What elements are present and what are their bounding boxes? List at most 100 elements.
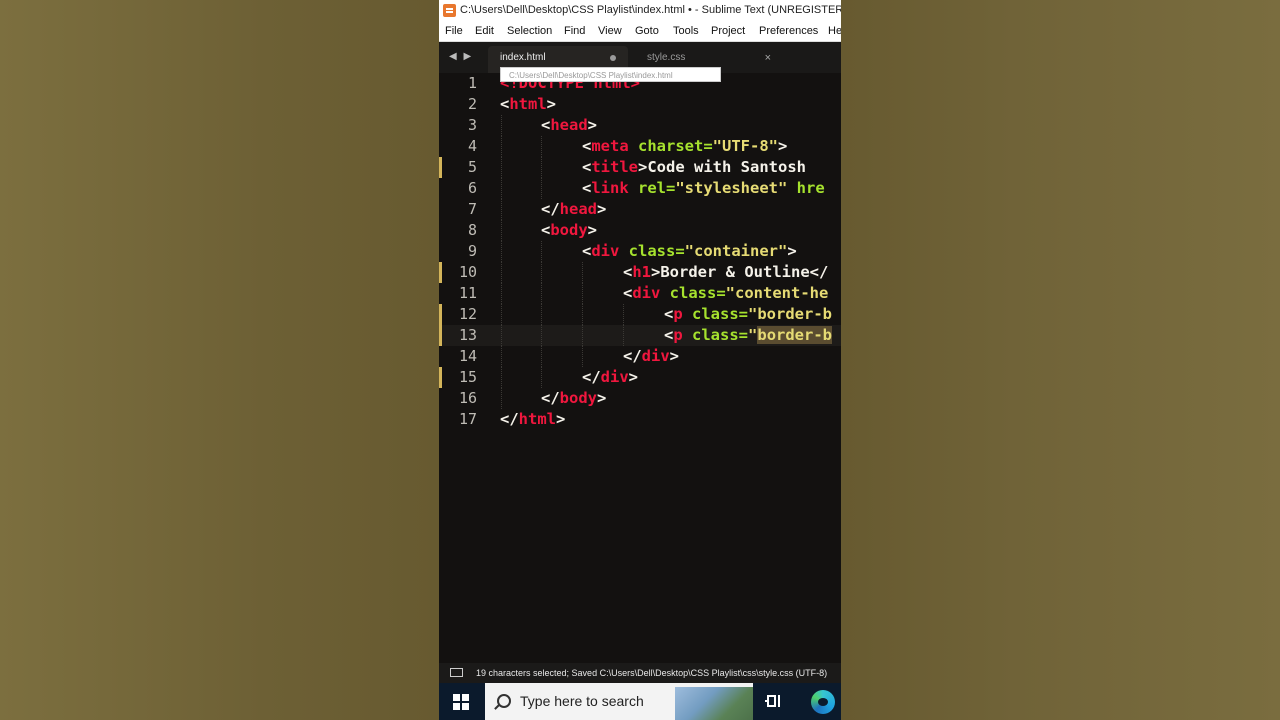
attr: class= xyxy=(682,326,749,344)
indent-guide xyxy=(501,304,503,325)
indent-guide xyxy=(541,157,543,178)
tag: div xyxy=(600,368,629,386)
code-text: <p class="border-b xyxy=(664,325,833,346)
indent-guide xyxy=(582,283,584,304)
tag: link xyxy=(591,179,629,197)
line-number: 17 xyxy=(458,410,477,428)
code-text: </html> xyxy=(500,409,565,430)
code-line: 7 </head> xyxy=(439,199,841,220)
indent-guide xyxy=(501,262,503,283)
line-number: 11 xyxy=(458,284,477,302)
line-number: 7 xyxy=(467,200,477,218)
code-editor[interactable]: 1 <!DOCTYPE html> 2 <html> 3 <head> 4 <m… xyxy=(439,73,841,663)
line-number: 16 xyxy=(458,389,477,407)
punct: < xyxy=(664,305,674,323)
indent-guide xyxy=(501,388,503,409)
code-line: 5 <title>Code with Santosh xyxy=(439,157,841,178)
tag: div xyxy=(591,242,620,260)
indent-guide xyxy=(582,325,584,346)
menu-view[interactable]: View xyxy=(598,21,622,41)
punct: > xyxy=(778,137,788,155)
text-content: >Border & Outline</ xyxy=(651,263,829,281)
tab-nav-arrows-icon[interactable]: ◀ ▶ xyxy=(449,51,473,62)
menu-edit[interactable]: Edit xyxy=(475,21,494,41)
windows-start-icon[interactable] xyxy=(453,694,469,710)
indent-guide xyxy=(501,325,503,346)
punct: < xyxy=(623,284,633,302)
string: "border-b xyxy=(748,305,833,323)
line-number: 3 xyxy=(467,116,477,134)
edge-browser-icon[interactable] xyxy=(811,690,835,714)
code-line: 10 <h1>Border & Outline</ xyxy=(439,262,841,283)
punct: > xyxy=(597,389,607,407)
punct: </ xyxy=(541,389,560,407)
tag: p xyxy=(673,305,683,323)
search-icon xyxy=(497,694,511,708)
line-number: 2 xyxy=(467,95,477,113)
window-title: C:\Users\Dell\Desktop\CSS Playlist\index… xyxy=(460,4,841,16)
menu-goto[interactable]: Goto xyxy=(635,21,659,41)
menu-selection[interactable]: Selection xyxy=(507,21,552,41)
code-line: 2 <html> xyxy=(439,94,841,115)
tag: head xyxy=(550,116,588,134)
unsaved-dot-icon[interactable] xyxy=(610,55,616,61)
attr: hre xyxy=(787,179,825,197)
code-text: <div class="content-he xyxy=(623,283,828,304)
indent-guide xyxy=(623,325,625,346)
windows-taskbar: Type here to search xyxy=(439,683,841,720)
tag: h1 xyxy=(632,263,652,281)
menu-project[interactable]: Project xyxy=(711,21,745,41)
punct: < xyxy=(541,116,551,134)
punct: < xyxy=(582,137,592,155)
indent-guide xyxy=(501,283,503,304)
tag: title xyxy=(591,158,639,176)
close-icon[interactable]: × xyxy=(765,46,771,70)
punct: < xyxy=(664,326,674,344)
code-line: 6 <link rel="stylesheet" hre xyxy=(439,178,841,199)
menu-file[interactable]: File xyxy=(445,21,463,41)
task-view-icon[interactable] xyxy=(765,694,781,708)
code-line: 11 <div class="content-he xyxy=(439,283,841,304)
indent-guide xyxy=(501,367,503,388)
code-line: 3 <head> xyxy=(439,115,841,136)
panel-toggle-icon[interactable] xyxy=(450,668,463,677)
menu-preferences[interactable]: Preferences xyxy=(759,21,818,41)
menu-tools[interactable]: Tools xyxy=(673,21,699,41)
status-text: 19 characters selected; Saved C:\Users\D… xyxy=(476,668,828,678)
menu-find[interactable]: Find xyxy=(564,21,585,41)
string: "stylesheet" xyxy=(675,179,788,197)
taskbar-search-box[interactable]: Type here to search xyxy=(485,683,753,720)
punct: </ xyxy=(623,347,642,365)
background-left xyxy=(0,0,439,720)
code-text: <html> xyxy=(500,94,556,115)
line-number: 8 xyxy=(467,221,477,239)
code-text: </body> xyxy=(541,388,606,409)
tag: html xyxy=(509,95,547,113)
code-line-current: 13 <p class="border-b xyxy=(439,325,841,346)
indent-guide xyxy=(501,157,503,178)
punct: </ xyxy=(541,200,560,218)
sublime-app-icon xyxy=(443,4,456,17)
line-number: 1 xyxy=(467,74,477,92)
tag: div xyxy=(632,284,661,302)
indent-guide xyxy=(582,262,584,283)
punct: > xyxy=(597,200,607,218)
code-line: 12 <p class="border-b xyxy=(439,304,841,325)
text-selection[interactable]: border-b xyxy=(757,326,833,344)
text-content: >Code with Santosh xyxy=(638,158,806,176)
indent-guide xyxy=(501,115,503,136)
sublime-window: C:\Users\Dell\Desktop\CSS Playlist\index… xyxy=(439,0,841,720)
line-number: 9 xyxy=(467,242,477,260)
code-text: <head> xyxy=(541,115,597,136)
indent-guide xyxy=(582,304,584,325)
attr: charset= xyxy=(628,137,713,155)
code-text: </div> xyxy=(582,367,638,388)
tag: body xyxy=(550,221,588,239)
line-number: 5 xyxy=(467,158,477,176)
code-text: <body> xyxy=(541,220,597,241)
code-line: 4 <meta charset="UTF-8"> xyxy=(439,136,841,157)
menu-help[interactable]: He xyxy=(828,21,841,41)
tag: head xyxy=(559,200,597,218)
attr: class= xyxy=(682,305,749,323)
punct: < xyxy=(582,158,592,176)
